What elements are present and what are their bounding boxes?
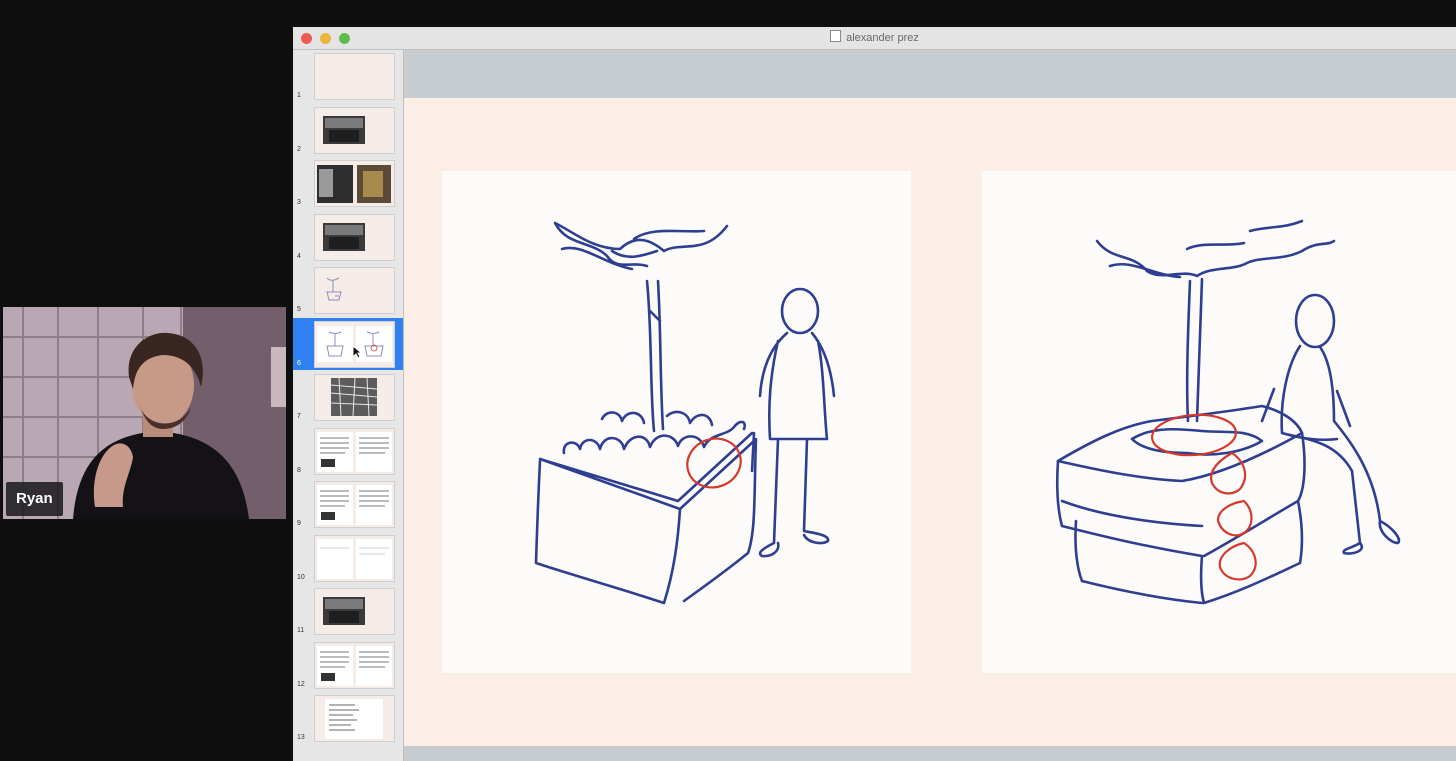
slide-thumbnail-6[interactable]: 6 (293, 317, 403, 370)
mouse-cursor-icon (352, 345, 362, 359)
slide-number: 9 (297, 520, 301, 527)
slide-thumbnail-preview (314, 374, 395, 421)
participant-video-tile[interactable]: Ryan (3, 307, 286, 519)
sketch-panel-seated (982, 171, 1456, 673)
window-title: alexander prez (293, 27, 1456, 49)
slide-number: 13 (297, 734, 305, 741)
slide-canvas[interactable] (404, 98, 1456, 746)
document-icon (830, 30, 842, 42)
window-titlebar[interactable]: alexander prez (293, 27, 1456, 50)
slide-thumbnail-4[interactable]: 4 (293, 211, 403, 263)
window-title-text: alexander prez (846, 32, 919, 44)
slide-number: 7 (297, 413, 301, 420)
slide-thumbnail-preview (314, 320, 395, 368)
slide-thumbnail-13[interactable]: 13 (293, 692, 403, 744)
slide-number: 11 (297, 627, 305, 634)
slide-thumbnail-7[interactable]: 7 (293, 371, 403, 423)
slide-thumbnail-preview (314, 481, 395, 528)
slide-number: 2 (297, 145, 301, 153)
slide-thumbnail-preview (314, 695, 395, 742)
slide-canvas-bottom-bar (404, 746, 1456, 761)
shared-presentation-window: alexander prez 1 2 3 4 5 6 7 8 9 10 11 12 13 (293, 27, 1456, 761)
slide-number: 12 (297, 680, 305, 688)
slide-number: 8 (297, 466, 301, 474)
slide-thumbnail-preview (314, 53, 395, 100)
slide-number: 4 (297, 252, 301, 260)
slide-thumbnail-12[interactable]: 12 (293, 639, 403, 691)
participant-name-tag: Ryan (6, 482, 63, 516)
slide-thumbnail-preview (314, 106, 395, 154)
slide-navigator[interactable]: 1 2 3 4 5 6 7 8 9 10 11 12 13 (293, 50, 404, 761)
slide-number: 1 (297, 92, 301, 99)
slide-thumbnail-1[interactable]: 1 (293, 50, 403, 102)
slide-thumbnail-preview (314, 160, 395, 207)
slide-thumbnail-8[interactable]: 8 (293, 425, 403, 477)
slide-thumbnail-5[interactable]: 5 (293, 264, 403, 316)
sketch-panel-standing (442, 171, 911, 673)
slide-thumbnail-preview (314, 267, 395, 314)
slide-thumbnail-3[interactable]: 3 (293, 157, 403, 209)
slide-thumbnail-2[interactable]: 2 (293, 104, 403, 156)
slide-thumbnail-preview (314, 213, 395, 261)
slide-number: 3 (297, 199, 301, 206)
slide-canvas-top-margin (404, 50, 1456, 98)
slide-thumbnail-9[interactable]: 9 (293, 478, 403, 530)
slide-number: 10 (297, 573, 305, 581)
slide-thumbnail-preview (314, 588, 395, 635)
slide-thumbnail-10[interactable]: 10 (293, 532, 403, 584)
slide-thumbnail-preview (314, 427, 395, 475)
slide-number: 5 (297, 306, 301, 313)
seated-person-planter-drawing (1055, 219, 1401, 605)
slide-number: 6 (297, 359, 301, 367)
slide-thumbnail-11[interactable]: 11 (293, 585, 403, 637)
slide-thumbnail-preview (314, 641, 395, 689)
slide-thumbnail-preview (314, 534, 395, 582)
standing-person-planter-drawing (534, 221, 836, 605)
